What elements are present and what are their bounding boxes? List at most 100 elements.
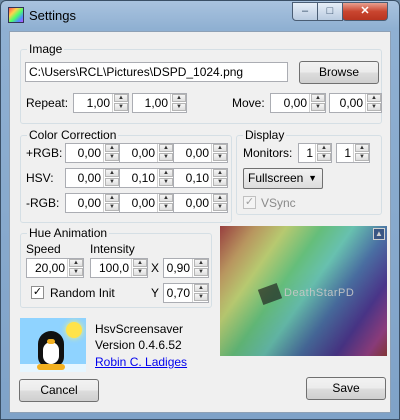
spin-down-icon[interactable]: ▼ xyxy=(105,203,119,211)
spin-down-icon[interactable]: ▼ xyxy=(367,103,381,111)
vsync-checkbox[interactable]: ✓ xyxy=(243,196,256,209)
spin-down-icon[interactable]: ▼ xyxy=(213,203,227,211)
spin-up-icon[interactable]: ▲ xyxy=(317,144,331,152)
author-link[interactable]: Robin C. Ladiges xyxy=(95,355,187,369)
spin-up-icon[interactable]: ▲ xyxy=(194,259,208,267)
spin-down-icon[interactable]: ▼ xyxy=(105,178,119,186)
browse-button[interactable]: Browse xyxy=(299,61,379,84)
monitor-badge-icon: ▲ xyxy=(373,228,385,240)
move-label: Move: xyxy=(232,96,265,110)
spin-up-icon[interactable]: ▲ xyxy=(213,144,227,152)
monitors-label: Monitors: xyxy=(243,146,293,160)
spin-down-icon[interactable]: ▼ xyxy=(194,293,208,301)
chevron-down-icon: ▼ xyxy=(308,173,317,183)
spin-down-icon[interactable]: ▼ xyxy=(355,153,369,161)
title-bar[interactable]: Settings – □ ✕ xyxy=(1,1,399,29)
random-init-checkbox[interactable]: ✓ xyxy=(31,286,44,299)
spin-up-icon[interactable]: ▲ xyxy=(133,259,147,267)
hsv-v-spinner[interactable]: 0,10 ▲ ▼ xyxy=(173,168,228,188)
close-button[interactable]: ✕ xyxy=(342,2,388,21)
spin-up-icon[interactable]: ▲ xyxy=(105,194,119,202)
minus-rgb-b-spinner[interactable]: 0,00 ▲ ▼ xyxy=(173,193,228,213)
repeat-label: Repeat: xyxy=(26,96,69,110)
display-mode-value: Fullscreen xyxy=(248,171,304,185)
move-y-spinner[interactable]: 0,00 ▲ ▼ xyxy=(329,93,382,113)
hue-x-spinner[interactable]: 0,90 ▲ ▼ xyxy=(163,258,209,278)
spin-up-icon[interactable]: ▲ xyxy=(194,284,208,292)
value-text: 1 xyxy=(306,146,313,160)
hue-y-spinner[interactable]: 0,70 ▲ ▼ xyxy=(163,283,209,303)
plus-rgb-b-spinner[interactable]: 0,00 ▲ ▼ xyxy=(173,143,228,163)
intensity-label: Intensity xyxy=(90,242,135,256)
save-button[interactable]: Save xyxy=(306,377,386,400)
plus-rgb-r-spinner[interactable]: 0,00 ▲ ▼ xyxy=(65,143,120,163)
display-group-title: Display xyxy=(243,128,287,142)
intensity-spinner[interactable]: 100,0 ▲ ▼ xyxy=(90,258,148,278)
deathstar-logo-icon xyxy=(257,283,283,305)
value-text: 20,00 xyxy=(34,261,65,275)
value-text: 0,10 xyxy=(131,171,155,185)
repeat-y-spinner[interactable]: 1,00 ▲ ▼ xyxy=(132,93,187,113)
value-text: 0,00 xyxy=(185,146,209,160)
spin-up-icon[interactable]: ▲ xyxy=(105,144,119,152)
spin-down-icon[interactable]: ▼ xyxy=(317,153,331,161)
spin-up-icon[interactable]: ▲ xyxy=(159,169,173,177)
spin-up-icon[interactable]: ▲ xyxy=(213,169,227,177)
hsv-s-spinner[interactable]: 0,10 ▲ ▼ xyxy=(119,168,174,188)
spin-up-icon[interactable]: ▲ xyxy=(213,194,227,202)
app-icon xyxy=(8,7,24,23)
spin-up-icon[interactable]: ▲ xyxy=(69,259,83,267)
spin-down-icon[interactable]: ▼ xyxy=(213,178,227,186)
spin-up-icon[interactable]: ▲ xyxy=(159,194,173,202)
spin-down-icon[interactable]: ▼ xyxy=(311,103,325,111)
value-text: 0,00 xyxy=(131,196,155,210)
spin-down-icon[interactable]: ▼ xyxy=(159,153,173,161)
spin-down-icon[interactable]: ▼ xyxy=(194,268,208,276)
spin-up-icon[interactable]: ▲ xyxy=(114,94,128,102)
dialog-client-area: Image C:\Users\RCL\Pictures\DSPD_1024.pn… xyxy=(9,31,391,413)
spin-down-icon[interactable]: ▼ xyxy=(159,203,173,211)
move-x-spinner[interactable]: 0,00 ▲ ▼ xyxy=(270,93,326,113)
value-text: 0,70 xyxy=(166,286,190,300)
move-y-value: 0,00 xyxy=(339,96,363,110)
spin-down-icon[interactable]: ▼ xyxy=(172,103,186,111)
spin-up-icon[interactable]: ▲ xyxy=(159,144,173,152)
minus-rgb-label: -RGB: xyxy=(26,196,60,210)
spin-down-icon[interactable]: ▼ xyxy=(133,268,147,276)
monitors-first-spinner[interactable]: 1 ▲ ▼ xyxy=(298,143,332,163)
spin-down-icon[interactable]: ▼ xyxy=(114,103,128,111)
repeat-y-value: 1,00 xyxy=(144,96,168,110)
spin-up-icon[interactable]: ▲ xyxy=(172,94,186,102)
value-text: 0,00 xyxy=(131,146,155,160)
color-correction-title: Color Correction xyxy=(27,128,119,142)
value-text: 0,90 xyxy=(166,261,190,275)
value-text: 0,00 xyxy=(77,171,101,185)
spin-down-icon[interactable]: ▼ xyxy=(159,178,173,186)
minus-rgb-r-spinner[interactable]: 0,00 ▲ ▼ xyxy=(65,193,120,213)
maximize-button[interactable]: □ xyxy=(317,2,343,21)
minus-rgb-g-spinner[interactable]: 0,00 ▲ ▼ xyxy=(119,193,174,213)
repeat-x-spinner[interactable]: 1,00 ▲ ▼ xyxy=(73,93,129,113)
spin-up-icon[interactable]: ▲ xyxy=(311,94,325,102)
spin-down-icon[interactable]: ▼ xyxy=(69,268,83,276)
value-text: 0,00 xyxy=(77,146,101,160)
random-init-label: Random Init xyxy=(50,286,115,300)
plus-rgb-g-spinner[interactable]: 0,00 ▲ ▼ xyxy=(119,143,174,163)
spin-down-icon[interactable]: ▼ xyxy=(105,153,119,161)
cancel-button[interactable]: Cancel xyxy=(19,379,99,402)
image-path-input[interactable]: C:\Users\RCL\Pictures\DSPD_1024.png xyxy=(25,62,288,82)
minimize-button[interactable]: – xyxy=(292,2,318,21)
value-text: 0,00 xyxy=(77,196,101,210)
spin-up-icon[interactable]: ▲ xyxy=(105,169,119,177)
spin-up-icon[interactable]: ▲ xyxy=(355,144,369,152)
display-mode-select[interactable]: Fullscreen ▼ xyxy=(243,168,323,189)
app-name: HsvScreensaver xyxy=(95,322,184,336)
spin-up-icon[interactable]: ▲ xyxy=(367,94,381,102)
sun-icon xyxy=(66,322,82,338)
y-label: Y xyxy=(151,286,160,300)
vsync-label: VSync xyxy=(261,196,296,210)
spin-down-icon[interactable]: ▼ xyxy=(213,153,227,161)
speed-spinner[interactable]: 20,00 ▲ ▼ xyxy=(26,258,84,278)
monitors-second-spinner[interactable]: 1 ▲ ▼ xyxy=(336,143,370,163)
hsv-h-spinner[interactable]: 0,00 ▲ ▼ xyxy=(65,168,120,188)
